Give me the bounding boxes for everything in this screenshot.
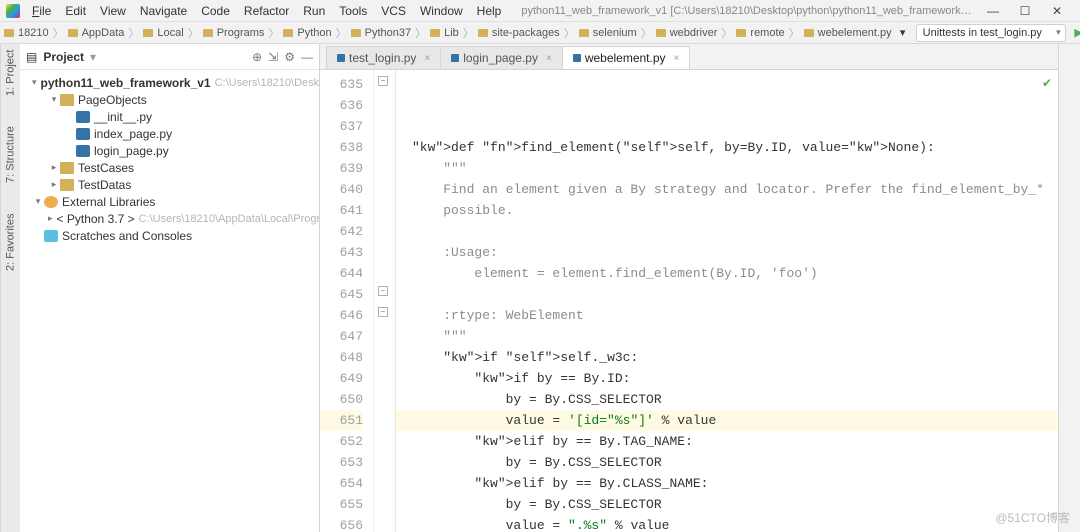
code-line[interactable]: """ <box>396 326 1058 347</box>
project-tree[interactable]: ▾python11_web_framework_v1C:\Users\18210… <box>20 70 319 248</box>
tab-close-icon[interactable]: × <box>674 53 680 64</box>
tree-file-login-page[interactable]: login_page.py <box>20 142 319 159</box>
code-line[interactable]: by = By.CSS_SELECTOR <box>396 452 1058 473</box>
code-line[interactable]: by = By.CSS_SELECTOR <box>396 389 1058 410</box>
window-controls: — ☐ ✕ <box>976 4 1074 18</box>
fold-gutter[interactable]: − − − <box>374 70 396 532</box>
code-editor[interactable]: 6356366376386396406416426436446456466476… <box>320 70 1058 532</box>
code-line[interactable]: element = element.find_element(By.ID, 'f… <box>396 263 1058 284</box>
tab-webelement-py[interactable]: webelement.py× <box>562 46 691 69</box>
editor-area: test_login.py×login_page.py×webelement.p… <box>320 44 1058 532</box>
menu-file[interactable]: File <box>26 2 57 20</box>
menu-code[interactable]: Code <box>195 2 236 20</box>
tree-python-sdk[interactable]: ▸< Python 3.7 >C:\Users\18210\AppData\Lo… <box>20 210 319 227</box>
project-title: Project <box>43 50 84 64</box>
fold-toggle[interactable]: − <box>378 76 388 86</box>
code-line[interactable]: "kw">elif by == By.TAG_NAME: <box>396 431 1058 452</box>
tab-close-icon[interactable]: × <box>424 53 430 64</box>
toolbar-right: ▾ Unittests in test_login.py ▶ 🐞 ▶ ◉ ■ |… <box>896 24 1080 42</box>
menu-run[interactable]: Run <box>297 2 331 20</box>
tool-structure[interactable]: 7: Structure <box>5 126 17 183</box>
run-config-selector[interactable]: Unittests in test_login.py <box>916 24 1066 42</box>
code-line[interactable]: possible. <box>396 200 1058 221</box>
code-line[interactable]: """ <box>396 158 1058 179</box>
close-button[interactable]: ✕ <box>1046 4 1068 18</box>
run-icon[interactable]: ▶ <box>1072 26 1080 40</box>
code-line[interactable]: :rtype: WebElement <box>396 305 1058 326</box>
tree-scratches[interactable]: Scratches and Consoles <box>20 227 319 244</box>
code-line[interactable] <box>396 284 1058 305</box>
breadcrumb[interactable]: 18210〉AppData〉Local〉Programs〉Python〉Pyth… <box>4 25 892 41</box>
project-settings-icon[interactable]: ⚙ <box>284 50 295 64</box>
project-scroll-from-source-icon[interactable]: ⊕ <box>252 50 262 64</box>
tree-folder-pageobjects[interactable]: ▾PageObjects <box>20 91 319 108</box>
code-line[interactable]: Find an element given a By strategy and … <box>396 179 1058 200</box>
tab-close-icon[interactable]: × <box>546 53 552 64</box>
fold-toggle[interactable]: − <box>378 307 388 317</box>
menu-view[interactable]: View <box>94 2 132 20</box>
menu-edit[interactable]: Edit <box>59 2 92 20</box>
menu-refactor[interactable]: Refactor <box>238 2 295 20</box>
project-header: ▤ Project ▾ ⊕ ⇲ ⚙ — <box>20 44 319 70</box>
left-tool-rail: 2: Favorites 7: Structure 1: Project <box>0 44 20 532</box>
app-icon <box>6 4 20 18</box>
code-line[interactable]: "kw">def "fn">find_element("self">self, … <box>396 137 1058 158</box>
tab-test_login-py[interactable]: test_login.py× <box>326 46 441 69</box>
editor-tabs: test_login.py×login_page.py×webelement.p… <box>320 44 1058 70</box>
tree-file-index-page[interactable]: index_page.py <box>20 125 319 142</box>
code-content[interactable]: ✔ "kw">def "fn">find_element("self">self… <box>396 70 1058 532</box>
menu-help[interactable]: Help <box>471 2 508 20</box>
project-icon: ▤ <box>26 50 37 64</box>
tree-file-init[interactable]: __init__.py <box>20 108 319 125</box>
code-line[interactable] <box>396 221 1058 242</box>
navigation-bar: 18210〉AppData〉Local〉Programs〉Python〉Pyth… <box>0 22 1080 44</box>
code-line[interactable]: "kw">elif by == By.CLASS_NAME: <box>396 473 1058 494</box>
window-title: python11_web_framework_v1 [C:\Users\1821… <box>521 5 974 17</box>
menu-bar: File Edit View Navigate Code Refactor Ru… <box>0 0 1080 22</box>
code-line[interactable]: :Usage: <box>396 242 1058 263</box>
add-config-icon[interactable]: ▾ <box>896 26 910 40</box>
project-panel: ▤ Project ▾ ⊕ ⇲ ⚙ — ▾python11_web_framew… <box>20 44 320 532</box>
menu-tools[interactable]: Tools <box>333 2 373 20</box>
tree-external-libs[interactable]: ▾External Libraries <box>20 193 319 210</box>
run-config-label: Unittests in test_login.py <box>923 27 1042 39</box>
code-line[interactable]: "kw">if "self">self._w3c: <box>396 347 1058 368</box>
tree-folder-testdatas[interactable]: ▸TestDatas <box>20 176 319 193</box>
right-tool-rail <box>1058 44 1080 532</box>
tree-root[interactable]: ▾python11_web_framework_v1C:\Users\18210… <box>20 74 319 91</box>
tree-folder-testcases[interactable]: ▸TestCases <box>20 159 319 176</box>
minimize-button[interactable]: — <box>982 4 1004 18</box>
menu-window[interactable]: Window <box>414 2 469 20</box>
menu-vcs[interactable]: VCS <box>375 2 412 20</box>
line-gutter: 6356366376386396406416426436446456466476… <box>320 70 374 532</box>
code-line[interactable]: value = ".%s" % value <box>396 515 1058 532</box>
code-line[interactable]: "kw">if by == By.ID: <box>396 368 1058 389</box>
fold-toggle[interactable]: − <box>378 286 388 296</box>
code-line[interactable]: by = By.CSS_SELECTOR <box>396 494 1058 515</box>
tab-login_page-py[interactable]: login_page.py× <box>440 46 563 69</box>
project-collapse-icon[interactable]: ⇲ <box>268 50 278 64</box>
inspection-ok-icon[interactable]: ✔ <box>1042 74 1052 95</box>
tool-project[interactable]: 1: Project <box>5 50 17 96</box>
tool-favorites[interactable]: 2: Favorites <box>5 213 17 270</box>
project-hide-icon[interactable]: — <box>301 50 313 64</box>
code-line[interactable]: value = '[id="%s"]' % value <box>396 410 1058 431</box>
menu-navigate[interactable]: Navigate <box>134 2 193 20</box>
maximize-button[interactable]: ☐ <box>1014 4 1036 18</box>
